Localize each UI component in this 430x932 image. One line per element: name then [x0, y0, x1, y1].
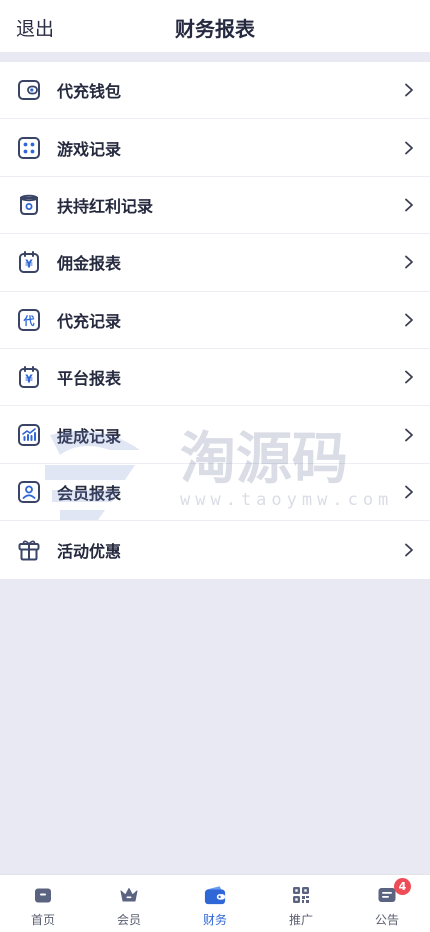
menu-item-promotions[interactable]: 活动优惠: [0, 521, 430, 578]
chevron-right-icon: [405, 485, 413, 499]
svg-text:代: 代: [23, 313, 35, 327]
menu-item-game-records[interactable]: 游戏记录: [0, 119, 430, 177]
tab-label: 推广: [288, 913, 313, 927]
menu-item-bonus-records[interactable]: 扶持红利记录: [0, 177, 430, 235]
chevron-right-icon: [405, 370, 413, 384]
qr-code-icon: [290, 884, 312, 906]
tab-notice[interactable]: 4 公告: [344, 875, 430, 932]
svg-text:¥: ¥: [25, 258, 33, 271]
crown-icon: [118, 884, 140, 906]
chart-icon: [17, 423, 41, 447]
menu-item-platform-report[interactable]: ¥ 平台报表: [0, 349, 430, 407]
yen-calendar-icon: ¥: [17, 250, 41, 274]
menu-item-commission-report[interactable]: ¥ 佣金报表: [0, 234, 430, 292]
menu-item-label: 游戏记录: [57, 139, 122, 159]
yen-calendar-icon: ¥: [17, 365, 41, 389]
tab-label: 首页: [30, 913, 55, 927]
menu-item-label: 佣金报表: [57, 254, 122, 274]
home-icon: [32, 884, 54, 906]
chevron-right-icon: [405, 198, 413, 212]
gift-icon: [17, 538, 41, 562]
tab-promote[interactable]: 推广: [258, 875, 344, 932]
menu-item-recharge-records[interactable]: 代 代充记录: [0, 292, 430, 349]
chevron-right-icon: [405, 543, 413, 557]
user-card-icon: [17, 480, 41, 504]
header-bar: 退出 财务报表: [0, 0, 430, 52]
menu-item-commission-records[interactable]: 提成记录: [0, 406, 430, 464]
cup-icon: [17, 193, 41, 217]
menu-list: 代充钱包 游戏记录 扶持红利记录 ¥ 佣金报表 代 代充记录 ¥ 平台报表 提成…: [0, 62, 430, 579]
tab-label: 财务: [202, 913, 227, 927]
tab-home[interactable]: 首页: [0, 875, 86, 932]
menu-item-wallet[interactable]: 代充钱包: [0, 62, 430, 120]
menu-item-label: 代充记录: [57, 311, 122, 331]
dots-grid-icon: [17, 136, 41, 160]
menu-item-label: 提成记录: [57, 426, 122, 446]
page-title: 财务报表: [175, 17, 255, 41]
menu-item-label: 活动优惠: [57, 541, 122, 561]
tab-members[interactable]: 会员: [86, 875, 172, 932]
notification-badge: 4: [394, 878, 411, 895]
chevron-right-icon: [405, 255, 413, 269]
chevron-right-icon: [405, 141, 413, 154]
tab-label: 公告: [374, 913, 399, 927]
tab-label: 会员: [116, 913, 141, 927]
menu-item-label: 平台报表: [57, 369, 122, 389]
menu-item-member-report[interactable]: 会员报表: [0, 464, 430, 522]
chevron-right-icon: [405, 313, 413, 327]
menu-item-label: 代充钱包: [57, 82, 122, 102]
wallet-icon: [204, 884, 226, 906]
bottom-tab-bar: 首页 会员 财务 推广 4 公告: [0, 874, 430, 932]
dai-badge-icon: 代: [17, 308, 41, 332]
menu-item-label: 会员报表: [57, 483, 122, 503]
tab-finance[interactable]: 财务: [172, 875, 258, 932]
chevron-right-icon: [405, 83, 413, 97]
menu-item-label: 扶持红利记录: [57, 196, 154, 216]
wallet-icon: [17, 78, 41, 102]
svg-text:¥: ¥: [25, 373, 33, 386]
chevron-right-icon: [405, 428, 413, 441]
